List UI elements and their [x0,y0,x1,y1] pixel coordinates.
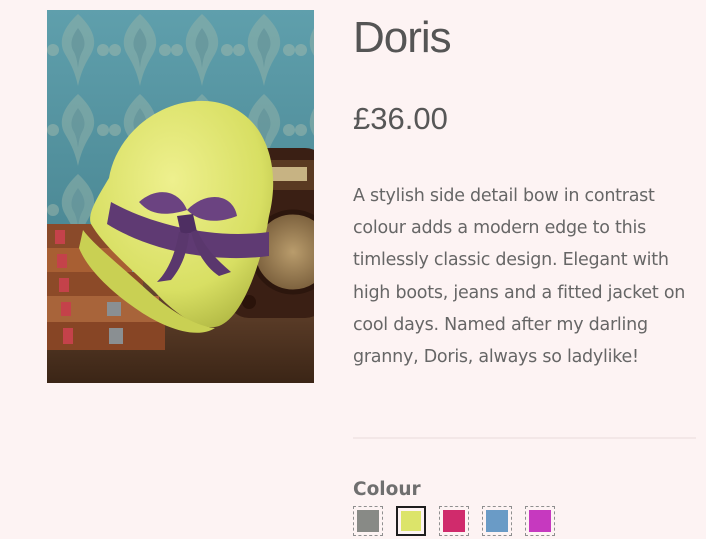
product-description: A stylish side detail bow in contrast co… [353,186,686,368]
swatch-fill [401,511,421,531]
hat-photo [47,10,314,383]
swatch-magenta[interactable] [525,506,555,536]
product-image[interactable] [47,10,314,383]
swatch-fill [486,510,508,532]
divider [353,437,696,439]
colour-label: Colour [353,479,421,500]
swatch-fill [529,510,551,532]
colour-swatches [353,506,555,536]
swatch-fill [443,510,465,532]
swatch-grey[interactable] [353,506,383,536]
product-price: £36.00 [353,101,448,136]
swatch-raspberry[interactable] [439,506,469,536]
product-title: Doris [353,13,452,62]
swatch-lime[interactable] [396,506,426,536]
swatch-fill [357,510,379,532]
swatch-blue[interactable] [482,506,512,536]
